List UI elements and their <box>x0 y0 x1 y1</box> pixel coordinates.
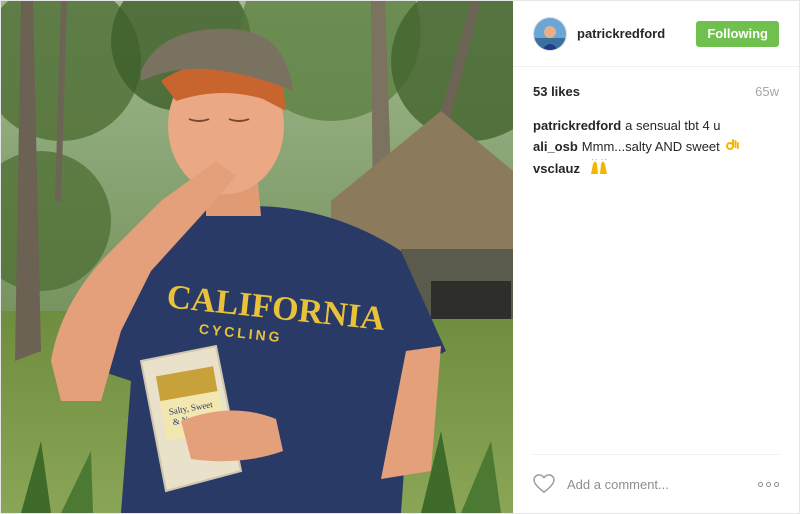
comment-item: ali_osb Mmm...salty AND sweet <box>533 136 779 158</box>
post-author-username[interactable]: patrickredford <box>577 26 665 41</box>
add-comment-input[interactable] <box>565 475 749 493</box>
comment-text: Mmm...salty AND sweet <box>581 139 720 154</box>
comment-item: patrickredford a sensual tbt 4 u <box>533 115 779 136</box>
post-age[interactable]: 65w <box>755 84 779 99</box>
more-dot <box>758 481 763 487</box>
comment-text: a sensual tbt 4 u <box>625 118 721 133</box>
heart-icon[interactable] <box>533 474 555 494</box>
likes-count[interactable]: 53 likes <box>533 84 580 99</box>
post-photo[interactable]: CALIFORNIA CYCLING Salty, Sweet & Nutty … <box>1 1 513 513</box>
comment-composer <box>533 454 779 513</box>
comment-item: vsclauz <box>533 158 779 181</box>
post-header: patrickredford Following <box>513 1 799 67</box>
post-side-panel: patrickredford Following 53 likes 65w pa… <box>513 1 799 513</box>
comment-list: patrickredford a sensual tbt 4 u ali_osb M… <box>513 115 799 181</box>
following-button[interactable]: Following <box>696 20 779 47</box>
photo-illustration: CALIFORNIA CYCLING Salty, Sweet & Nutty … <box>1 1 513 513</box>
post-meta: 53 likes 65w <box>513 67 799 115</box>
comment-username[interactable]: vsclauz <box>533 161 580 176</box>
more-options-icon[interactable] <box>758 478 779 491</box>
post-container: CALIFORNIA CYCLING Salty, Sweet & Nutty … <box>0 0 800 514</box>
more-dot <box>774 481 779 487</box>
more-dot <box>766 481 771 487</box>
raised-hands-emoji <box>590 158 608 181</box>
avatar-image <box>534 17 566 50</box>
comment-username[interactable]: ali_osb <box>533 139 578 154</box>
avatar[interactable] <box>533 16 567 51</box>
ok-hand-emoji <box>725 137 740 158</box>
comment-username[interactable]: patrickredford <box>533 118 621 133</box>
